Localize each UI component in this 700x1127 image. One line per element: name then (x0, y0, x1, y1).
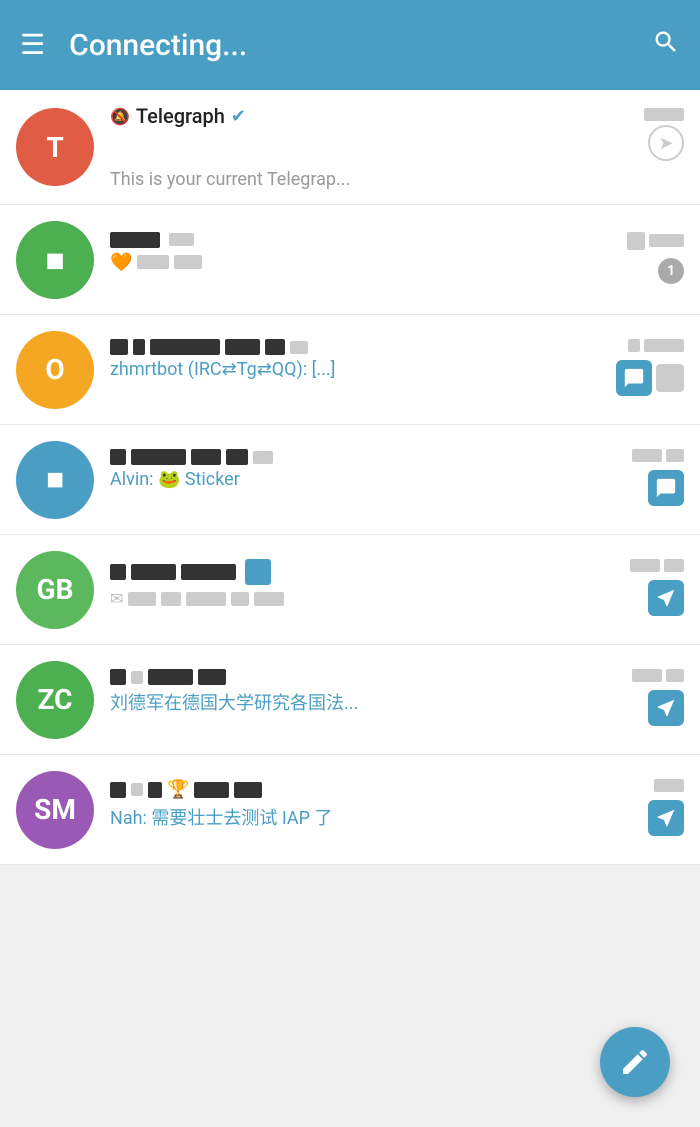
unread-badge: 1 (658, 258, 684, 284)
chat-content-5: ✉ (110, 559, 684, 620)
badge-icon-5 (648, 580, 684, 616)
time-blur3 (649, 234, 684, 247)
chat-item-3[interactable]: O zhmrtbot (IRC⇄Tg⇄QQ): [...] (0, 315, 700, 425)
chat-content-3: zhmrtbot (IRC⇄Tg⇄QQ): [...] (110, 339, 684, 400)
chat-item-5[interactable]: GB ✉ (0, 535, 700, 645)
badge-icon-4 (648, 470, 684, 506)
chat-item-telegraph[interactable]: T 🔕 Telegraph ✔ ➤ This is your current T… (0, 90, 700, 205)
right-meta-1: ➤ (604, 104, 684, 165)
chat-item-4[interactable]: ■ Alvin: 🐸 Sticker (0, 425, 700, 535)
compose-fab[interactable] (600, 1027, 670, 1097)
avatar-telegraph: T (16, 108, 94, 186)
avatar-2: ■ (16, 221, 94, 299)
chat-name: Telegraph (136, 104, 225, 128)
avatar-5: GB (16, 551, 94, 629)
chat-content-7: 🏆 Nah: 需要壮士去测试 IAP 了 (110, 779, 684, 840)
mute-icon: 🔕 (110, 107, 130, 126)
chat-content-2: 🧡 1 (110, 232, 684, 288)
chat-preview-6: 刘德军在德国大学研究各国法... (110, 693, 358, 714)
chat-content-4: Alvin: 🐸 Sticker (110, 449, 684, 510)
avatar-3: O (16, 331, 94, 409)
topbar: ☰ Connecting... (0, 0, 700, 90)
chat-content-6: 刘德军在德国大学研究各国法... (110, 669, 684, 730)
chat-preview: This is your current Telegrap... (110, 169, 570, 190)
prev-blur (137, 255, 169, 269)
chat-item-6[interactable]: ZC 刘德军在德国大学研究各国法... (0, 645, 700, 755)
badge-icon-7 (648, 800, 684, 836)
chat-content-telegraph: 🔕 Telegraph ✔ ➤ This is your current Tel… (110, 104, 684, 190)
verified-icon: ✔ (231, 106, 246, 127)
badge-icon-3b (656, 364, 684, 392)
chat-item-7[interactable]: SM 🏆 Nah: 需要壮士去测试 IAP 了 (0, 755, 700, 865)
chat-preview-4: Alvin: 🐸 Sticker (110, 469, 240, 490)
name-blur (110, 232, 160, 248)
topbar-title: Connecting... (69, 28, 652, 63)
menu-icon[interactable]: ☰ (20, 31, 45, 59)
name-blur2 (169, 233, 194, 246)
avatar-7: SM (16, 771, 94, 849)
chat-list: T 🔕 Telegraph ✔ ➤ This is your current T… (0, 90, 700, 865)
prev-blur2 (174, 255, 202, 269)
badge-icon-6 (648, 690, 684, 726)
time-blur (644, 108, 684, 121)
chat-preview-3: zhmrtbot (IRC⇄Tg⇄QQ): [...] (110, 359, 335, 380)
avatar-6: ZC (16, 661, 94, 739)
avatar-4: ■ (16, 441, 94, 519)
chat-preview-7: Nah: 需要壮士去测试 IAP 了 (110, 808, 332, 829)
chat-item-2[interactable]: ■ 🧡 (0, 205, 700, 315)
badge-icon-3 (616, 360, 652, 396)
share-icon: ➤ (648, 125, 684, 161)
unread-icon (627, 232, 645, 250)
search-icon[interactable] (652, 28, 680, 63)
blue-square (245, 559, 271, 585)
